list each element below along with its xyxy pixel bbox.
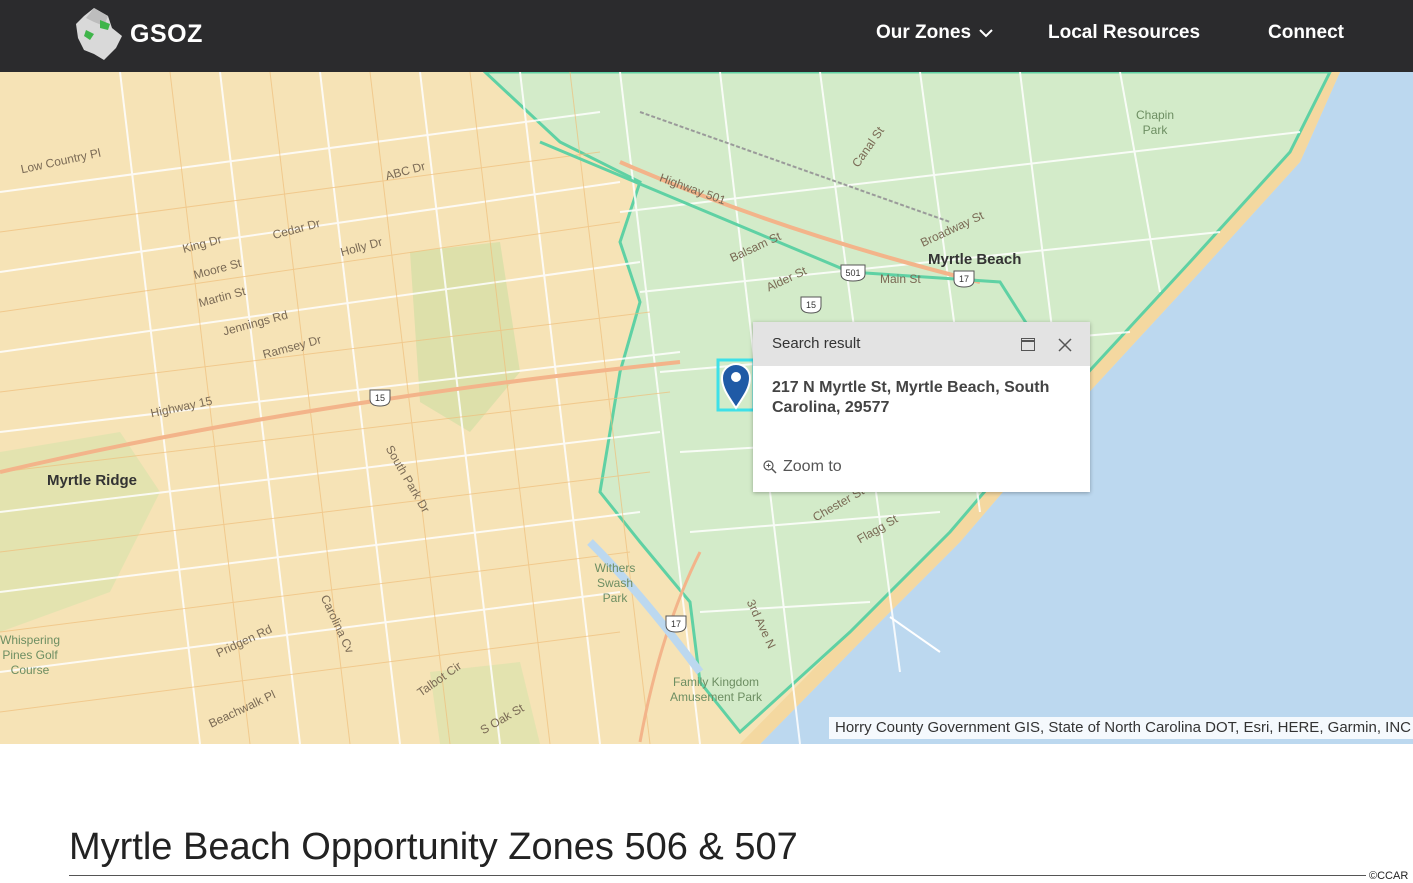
search-result-popup: Search result 217 N Myrtle St, Myrtle Be… (753, 322, 1090, 492)
close-icon[interactable] (1057, 337, 1073, 353)
page-title: Myrtle Beach Opportunity Zones 506 & 507 (69, 826, 798, 868)
map-label-family-kingdom: Family Kingdom Amusement Park (669, 675, 763, 704)
map-attribution: Horry County Government GIS, State of No… (828, 717, 1413, 739)
map-label-chapin-park: Chapin Park (1135, 108, 1175, 137)
popup-address: 217 N Myrtle St, Myrtle Beach, South Car… (772, 379, 1050, 416)
nav-local-resources[interactable]: Local Resources (1048, 22, 1200, 44)
site-logo[interactable]: GSOZ (74, 8, 203, 60)
county-map-logo-icon (76, 8, 122, 60)
route-shield-17-b: 17 (953, 270, 975, 288)
popup-title: Search result (772, 335, 861, 352)
popup-header: Search result (753, 322, 1090, 366)
map-label-myrtle-ridge: Myrtle Ridge (47, 472, 138, 489)
chevron-down-icon (979, 28, 993, 37)
route-shield-17-a: 17 (665, 615, 687, 633)
zoom-in-icon (763, 460, 777, 474)
map-view[interactable]: Myrtle Ridge Myrtle Beach Withers Swash … (0, 72, 1413, 744)
street-label-main: Main St (880, 272, 921, 286)
route-shield-501: 501 (840, 264, 866, 282)
route-shield-15-b: 15 (800, 296, 822, 314)
svg-text:17: 17 (959, 274, 969, 284)
nav-connect[interactable]: Connect (1268, 22, 1344, 44)
svg-text:17: 17 (671, 619, 681, 629)
top-navbar: GSOZ Our Zones Local Resources Connect (0, 0, 1413, 72)
maximize-icon[interactable] (1021, 338, 1035, 351)
zoom-to-label: Zoom to (783, 458, 842, 475)
location-pin-icon[interactable] (718, 362, 754, 410)
map-basemap[interactable] (0, 72, 1413, 744)
nav-our-zones[interactable]: Our Zones (876, 22, 993, 44)
route-shield-15-a: 15 (369, 389, 391, 407)
map-label-myrtle-beach: Myrtle Beach (928, 251, 1022, 268)
title-divider (69, 875, 1366, 876)
logo-text: GSOZ (130, 19, 203, 48)
map-label-whispering-pines: Whispering Pines Golf Course (0, 633, 61, 677)
svg-text:15: 15 (375, 393, 385, 403)
nav-our-zones-label: Our Zones (876, 22, 972, 43)
svg-text:15: 15 (806, 300, 816, 310)
svg-text:501: 501 (845, 268, 860, 278)
map-label-withers-swash-park: Withers Swash Park (594, 561, 636, 605)
zoom-to-button[interactable]: Zoom to (763, 458, 842, 476)
copyright-text: ©CCAR (1369, 870, 1409, 882)
